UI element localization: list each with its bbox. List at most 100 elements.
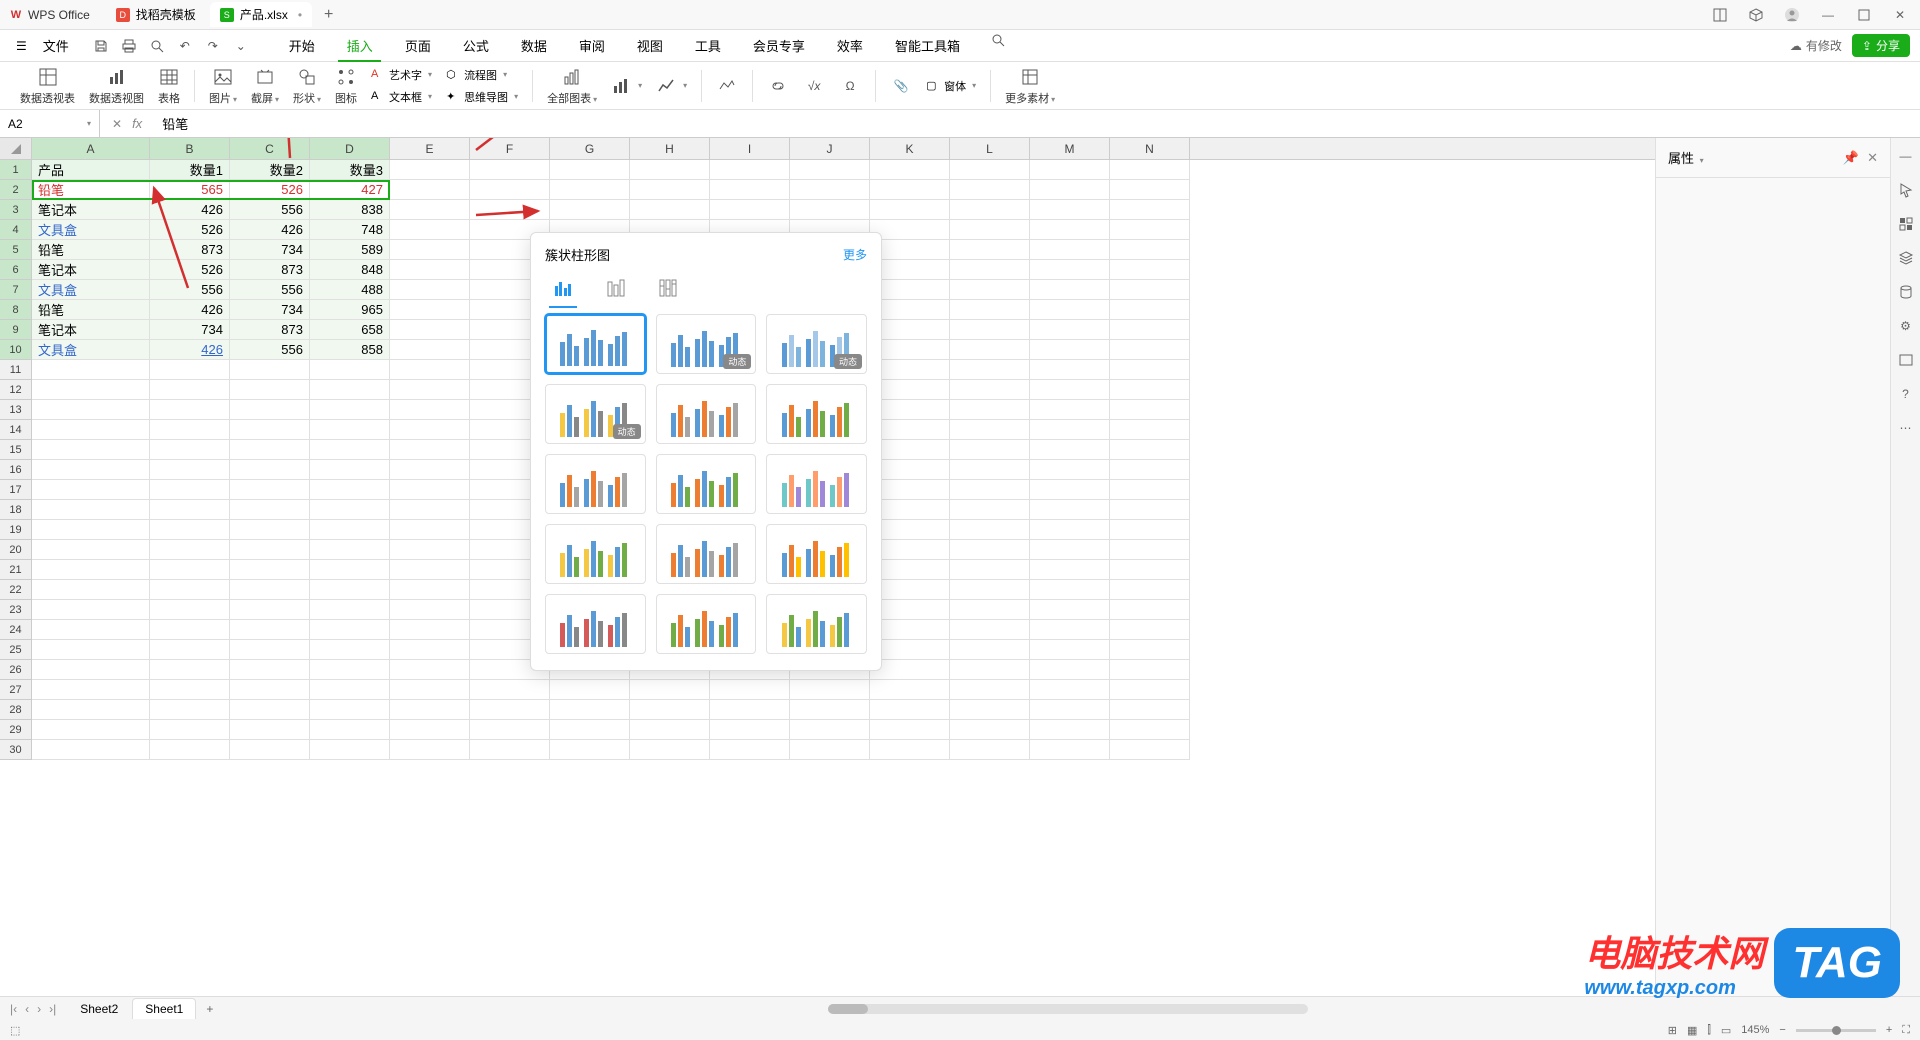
ribbon-sparkline[interactable]	[710, 75, 744, 97]
cell[interactable]	[1030, 700, 1110, 720]
chart-thumbnail[interactable]	[656, 384, 757, 444]
cell[interactable]	[32, 560, 150, 580]
cell[interactable]	[950, 580, 1030, 600]
cell[interactable]: 铅笔	[32, 180, 150, 200]
col-header-b[interactable]: B	[150, 138, 230, 159]
cell[interactable]	[1110, 320, 1190, 340]
cell[interactable]: 848	[310, 260, 390, 280]
chart-thumbnail[interactable]	[656, 454, 757, 514]
horizontal-scrollbar[interactable]	[223, 1004, 1912, 1014]
chart-thumbnail[interactable]	[766, 594, 867, 654]
cell[interactable]	[1030, 320, 1110, 340]
cell[interactable]	[870, 200, 950, 220]
cell[interactable]	[870, 560, 950, 580]
cell[interactable]	[950, 160, 1030, 180]
col-header-l[interactable]: L	[950, 138, 1030, 159]
cell[interactable]	[150, 740, 230, 760]
cell[interactable]	[950, 720, 1030, 740]
cell[interactable]	[950, 600, 1030, 620]
cell[interactable]	[1030, 260, 1110, 280]
cell[interactable]	[1110, 280, 1190, 300]
cell[interactable]	[390, 560, 470, 580]
cell[interactable]: 笔记本	[32, 260, 150, 280]
cell[interactable]	[32, 360, 150, 380]
cell[interactable]	[870, 540, 950, 560]
ribbon-pivot-table[interactable]: 数据透视表	[14, 66, 81, 106]
menu-tab-vip[interactable]: 会员专享	[739, 30, 819, 61]
cell[interactable]	[390, 640, 470, 660]
cell[interactable]	[870, 280, 950, 300]
cell[interactable]	[230, 400, 310, 420]
cell[interactable]	[550, 180, 630, 200]
cell[interactable]	[32, 580, 150, 600]
cell[interactable]	[310, 660, 390, 680]
menu-tab-review[interactable]: 审阅	[565, 30, 619, 61]
cell[interactable]: 965	[310, 300, 390, 320]
cell[interactable]	[390, 700, 470, 720]
cell[interactable]	[950, 520, 1030, 540]
cell[interactable]	[1110, 700, 1190, 720]
cell[interactable]	[710, 700, 790, 720]
view-reading-icon[interactable]: ▭	[1721, 1024, 1731, 1037]
chart-thumbnail[interactable]: 动态	[545, 384, 646, 444]
cell[interactable]	[310, 440, 390, 460]
cell[interactable]: 556	[230, 340, 310, 360]
cell[interactable]	[550, 160, 630, 180]
cell[interactable]: 426	[150, 200, 230, 220]
cell[interactable]	[150, 660, 230, 680]
col-header-e[interactable]: E	[390, 138, 470, 159]
cell[interactable]	[470, 680, 550, 700]
cell[interactable]	[870, 320, 950, 340]
cell[interactable]: 文具盒	[32, 220, 150, 240]
share-button[interactable]: ⇪ 分享	[1852, 34, 1910, 57]
row-header[interactable]: 10	[0, 340, 32, 360]
cell[interactable]	[550, 680, 630, 700]
cell[interactable]	[310, 460, 390, 480]
cell[interactable]	[870, 740, 950, 760]
cell[interactable]	[950, 540, 1030, 560]
cell[interactable]	[32, 480, 150, 500]
cell[interactable]	[150, 520, 230, 540]
cell[interactable]	[870, 620, 950, 640]
hamburger-icon[interactable]: ☰	[10, 35, 33, 57]
avatar-icon[interactable]	[1780, 3, 1804, 27]
collapse-icon[interactable]: —	[1896, 146, 1916, 166]
cell[interactable]	[1110, 500, 1190, 520]
cell[interactable]	[870, 720, 950, 740]
cell[interactable]	[1030, 480, 1110, 500]
cell[interactable]	[1110, 660, 1190, 680]
cell[interactable]	[1030, 460, 1110, 480]
search-icon[interactable]	[988, 30, 1008, 50]
zoom-slider[interactable]	[1796, 1029, 1876, 1032]
cell[interactable]	[950, 420, 1030, 440]
cell[interactable]	[1030, 740, 1110, 760]
cell[interactable]: 数量1	[150, 160, 230, 180]
cell[interactable]	[1110, 300, 1190, 320]
cell[interactable]	[710, 720, 790, 740]
minimize-button[interactable]: —	[1816, 3, 1840, 27]
cell[interactable]	[1030, 540, 1110, 560]
cell[interactable]	[230, 360, 310, 380]
cell[interactable]	[950, 660, 1030, 680]
cell[interactable]	[32, 440, 150, 460]
ribbon-icons[interactable]: 图标	[329, 66, 363, 106]
cell[interactable]	[1110, 580, 1190, 600]
cell[interactable]: 734	[230, 240, 310, 260]
cell[interactable]	[230, 380, 310, 400]
cell[interactable]	[950, 340, 1030, 360]
cell[interactable]	[32, 380, 150, 400]
cell[interactable]: 426	[230, 220, 310, 240]
cell[interactable]	[950, 220, 1030, 240]
cell[interactable]	[1110, 340, 1190, 360]
cell[interactable]	[630, 700, 710, 720]
cell[interactable]	[390, 220, 470, 240]
cell[interactable]	[870, 300, 950, 320]
cell[interactable]	[1030, 520, 1110, 540]
cell[interactable]	[230, 660, 310, 680]
view-split-icon[interactable]: ⫿	[1707, 1024, 1711, 1037]
cell[interactable]	[630, 740, 710, 760]
cell[interactable]	[32, 520, 150, 540]
cell[interactable]	[150, 480, 230, 500]
cell[interactable]	[1030, 280, 1110, 300]
cell[interactable]: 556	[230, 200, 310, 220]
